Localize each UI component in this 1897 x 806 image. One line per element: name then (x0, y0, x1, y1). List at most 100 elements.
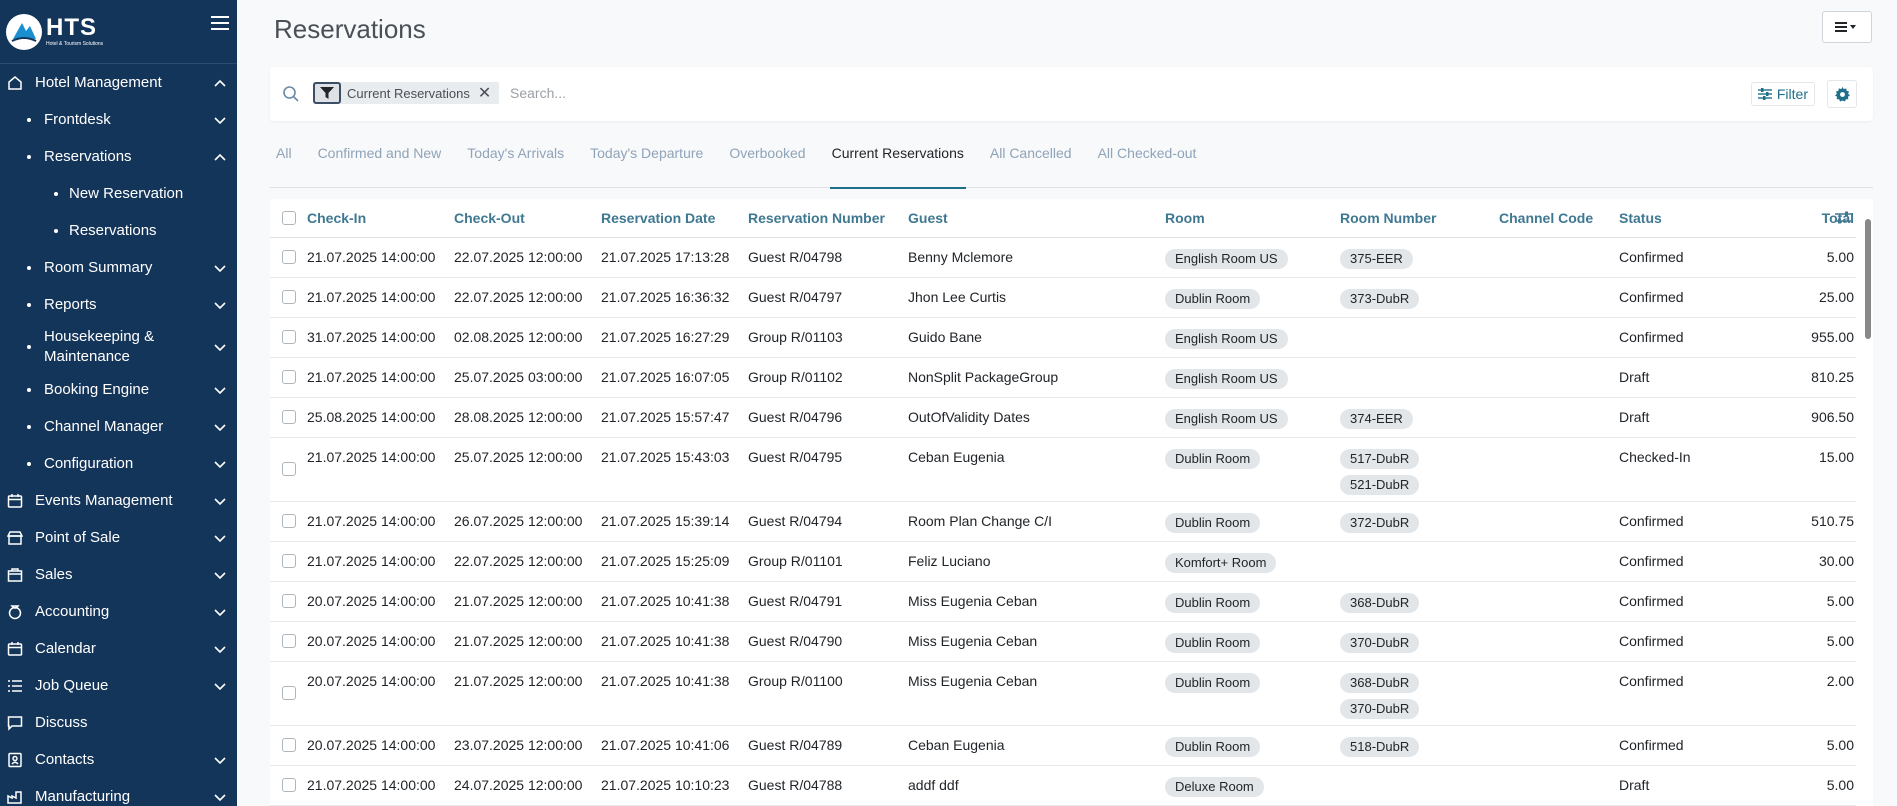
select-all-cell (270, 199, 307, 238)
row-checkbox[interactable] (282, 738, 296, 752)
tab-all-cancelled[interactable]: All Cancelled (990, 140, 1072, 188)
chevron-down-icon[interactable] (213, 383, 227, 397)
col-check-out[interactable]: Check-Out (454, 199, 601, 238)
sidebar-item-label: Reports (44, 295, 97, 313)
sidebar-item-sales[interactable]: Sales (0, 556, 237, 593)
tab-today-s-arrivals[interactable]: Today's Arrivals (467, 140, 564, 188)
row-checkbox[interactable] (282, 370, 296, 384)
col-reservation-date[interactable]: Reservation Date (601, 199, 748, 238)
sidebar-item-new-reservation[interactable]: New Reservation (0, 175, 237, 212)
status-cell: Confirmed (1619, 501, 1739, 542)
sidebar-item-housekeeping-maintenance[interactable]: Housekeeping & Maintenance (0, 323, 237, 371)
chevron-down-icon[interactable] (213, 642, 227, 656)
sidebar-item-events-management[interactable]: Events Management (0, 482, 237, 519)
settings-button[interactable] (1827, 80, 1857, 108)
sidebar-item-contacts[interactable]: Contacts (0, 741, 237, 778)
sidebar-item-job-queue[interactable]: Job Queue (0, 667, 237, 704)
search-facet[interactable]: Current Reservations ✕ (313, 82, 500, 104)
chevron-down-icon[interactable] (213, 494, 227, 508)
chevron-down-icon[interactable] (213, 113, 227, 127)
sidebar-item-reports[interactable]: Reports (0, 286, 237, 323)
chevron-down-icon[interactable] (213, 753, 227, 767)
search-input[interactable] (510, 82, 1510, 104)
sidebar-item-point-of-sale[interactable]: Point of Sale (0, 519, 237, 556)
sidebar-item-calendar[interactable]: Calendar (0, 630, 237, 667)
facet-close-icon[interactable]: ✕ (478, 83, 499, 103)
table-row[interactable]: 21.07.2025 14:00:00 22.07.2025 12:00:00 21… (270, 541, 1856, 582)
row-checkbox[interactable] (282, 410, 296, 424)
tab-overbooked[interactable]: Overbooked (729, 140, 805, 188)
reservation-number-cell: Guest R/04798 (748, 237, 908, 278)
sidebar-item-channel-manager[interactable]: Channel Manager (0, 408, 237, 445)
table-row[interactable]: 21.07.2025 14:00:00 25.07.2025 03:00:00 21… (270, 357, 1856, 398)
row-checkbox[interactable] (282, 634, 296, 648)
tab-all[interactable]: All (276, 140, 292, 188)
chevron-down-icon[interactable] (213, 679, 227, 693)
row-checkbox[interactable] (282, 462, 296, 476)
chevron-down-icon[interactable] (213, 261, 227, 275)
check-in-cell: 20.07.2025 14:00:00 (307, 581, 454, 622)
col-channel-code[interactable]: Channel Code (1499, 199, 1619, 238)
col-status[interactable]: Status (1619, 199, 1739, 238)
table-row[interactable]: 20.07.2025 14:00:00 21.07.2025 12:00:00 21… (270, 661, 1856, 726)
table-row[interactable]: 21.07.2025 14:00:00 24.07.2025 12:00:00 21… (270, 765, 1856, 806)
sidebar-item-room-summary[interactable]: Room Summary (0, 249, 237, 286)
row-checkbox[interactable] (282, 686, 296, 700)
row-checkbox[interactable] (282, 290, 296, 304)
table-row[interactable]: 25.08.2025 14:00:00 28.08.2025 12:00:00 21… (270, 397, 1856, 438)
sidebar-item-hotel-management[interactable]: Hotel Management (0, 64, 237, 101)
table-row[interactable]: 31.07.2025 14:00:00 02.08.2025 12:00:00 21… (270, 317, 1856, 358)
chevron-up-icon[interactable] (213, 150, 227, 164)
sidebar-item-configuration[interactable]: Configuration (0, 445, 237, 482)
row-checkbox[interactable] (282, 554, 296, 568)
tab-current-reservations[interactable]: Current Reservations (829, 140, 967, 189)
row-checkbox[interactable] (282, 250, 296, 264)
col-reservation-number[interactable]: Reservation Number (748, 199, 908, 238)
table-row[interactable]: 21.07.2025 14:00:00 26.07.2025 12:00:00 21… (270, 501, 1856, 542)
chevron-down-icon[interactable] (213, 568, 227, 582)
tab-today-s-departure[interactable]: Today's Departure (590, 140, 703, 188)
col-guest[interactable]: Guest (908, 199, 1165, 238)
chevron-down-icon[interactable] (213, 340, 227, 354)
tab-all-checked-out[interactable]: All Checked-out (1098, 140, 1197, 188)
sidebar-item-reservations[interactable]: Reservations (0, 212, 237, 249)
col-room-number[interactable]: Room Number (1340, 199, 1499, 238)
table-row[interactable]: 20.07.2025 14:00:00 21.07.2025 12:00:00 21… (270, 581, 1856, 622)
table-row[interactable]: 21.07.2025 14:00:00 22.07.2025 12:00:00 21… (270, 237, 1856, 278)
row-checkbox[interactable] (282, 778, 296, 792)
sidebar-item-frontdesk[interactable]: Frontdesk (0, 101, 237, 138)
chevron-down-icon[interactable] (213, 790, 227, 804)
table-row[interactable]: 20.07.2025 14:00:00 23.07.2025 12:00:00 21… (270, 725, 1856, 766)
calendar-icon (7, 641, 23, 656)
table-scrollbar[interactable] (1865, 219, 1871, 339)
search-icon[interactable] (282, 85, 300, 103)
sidebar-item-discuss[interactable]: Discuss (0, 704, 237, 741)
sidebar-item-booking-engine[interactable]: Booking Engine (0, 371, 237, 408)
select-all-checkbox[interactable] (282, 211, 296, 226)
col-check-in[interactable]: Check-In (307, 199, 454, 238)
chevron-up-icon[interactable] (213, 76, 227, 90)
chevron-down-icon[interactable] (213, 298, 227, 312)
row-checkbox[interactable] (282, 594, 296, 608)
sidebar-item-accounting[interactable]: Accounting (0, 593, 237, 630)
tab-confirmed-and-new[interactable]: Confirmed and New (318, 140, 442, 188)
row-checkbox[interactable] (282, 330, 296, 344)
sidebar-item-reservations[interactable]: Reservations (0, 138, 237, 175)
chevron-down-icon[interactable] (213, 605, 227, 619)
menu-toggle-icon[interactable] (211, 16, 229, 32)
chevron-down-icon[interactable] (213, 420, 227, 434)
table-row[interactable]: 20.07.2025 14:00:00 21.07.2025 12:00:00 21… (270, 621, 1856, 662)
view-switch-button[interactable] (1822, 11, 1872, 43)
check-out-cell: 21.07.2025 12:00:00 (454, 621, 601, 662)
filter-button[interactable]: Filter (1750, 82, 1815, 106)
column-settings-icon[interactable] (1835, 211, 1851, 225)
col-room[interactable]: Room (1165, 199, 1340, 238)
status-cell: Confirmed (1619, 661, 1739, 726)
row-checkbox[interactable] (282, 514, 296, 528)
sidebar-item-manufacturing[interactable]: Manufacturing (0, 778, 237, 806)
table-row[interactable]: 21.07.2025 14:00:00 25.07.2025 12:00:00 21… (270, 437, 1856, 502)
table-row[interactable]: 21.07.2025 14:00:00 22.07.2025 12:00:00 21… (270, 277, 1856, 318)
chevron-down-icon[interactable] (213, 531, 227, 545)
hts-logo-icon[interactable] (6, 13, 42, 50)
chevron-down-icon[interactable] (213, 457, 227, 471)
